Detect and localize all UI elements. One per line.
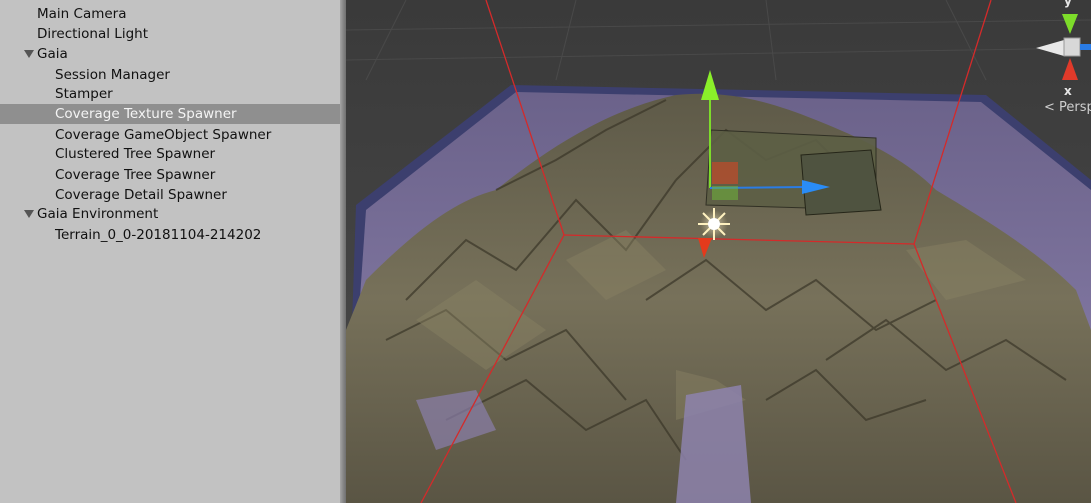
expand-arrow-icon[interactable] (24, 50, 34, 58)
hierarchy-item-terrain[interactable]: Terrain_0_0-20181104-214202 (0, 225, 340, 245)
gizmo-y-label: y (1064, 0, 1072, 8)
hierarchy-item-label: Gaia Environment (37, 206, 159, 222)
hierarchy-item-coverage-texture-spawner[interactable]: Coverage Texture Spawner (0, 104, 340, 124)
hierarchy-item-label: Coverage Texture Spawner (55, 106, 237, 122)
sun-core (708, 218, 720, 230)
gizmo-center-cube[interactable] (1063, 37, 1081, 57)
gizmo-x-label: x (1064, 84, 1072, 98)
hierarchy-item-gaia-environment[interactable]: Gaia Environment (0, 204, 340, 224)
gizmo-cone-z-icon[interactable] (1080, 44, 1091, 50)
hierarchy-item-coverage-gameobject-spawner[interactable]: Coverage GameObject Spawner (0, 125, 340, 145)
hierarchy-item-stamper[interactable]: Stamper (0, 84, 340, 104)
hierarchy-item-main-camera[interactable]: Main Camera (0, 4, 340, 24)
hierarchy-item-label: Gaia (37, 46, 68, 62)
gizmo-plane-yz[interactable] (712, 186, 738, 200)
hierarchy-item-coverage-tree-spawner[interactable]: Coverage Tree Spawner (0, 165, 340, 185)
hierarchy-item-label: Coverage Tree Spawner (55, 167, 216, 183)
river-water (676, 385, 751, 503)
hierarchy-item-label: Coverage Detail Spawner (55, 187, 227, 203)
hierarchy-item-label: Coverage GameObject Spawner (55, 127, 272, 143)
hierarchy-item-label: Main Camera (37, 6, 127, 22)
hierarchy-item-gaia[interactable]: Gaia (0, 44, 340, 64)
projection-label[interactable]: < Persp (1044, 100, 1091, 115)
hierarchy-item-label: Clustered Tree Spawner (55, 146, 216, 162)
gizmo-plane-xy[interactable] (712, 162, 738, 184)
hierarchy-item-clustered-tree-spawner[interactable]: Clustered Tree Spawner (0, 144, 340, 164)
scene-view[interactable]: y x < Persp (346, 0, 1091, 503)
scene-viewport[interactable] (346, 0, 1091, 503)
hierarchy-item-label: Session Manager (55, 67, 170, 83)
hierarchy-item-label: Stamper (55, 86, 113, 102)
expand-arrow-icon[interactable] (24, 210, 34, 218)
hierarchy-item-directional-light[interactable]: Directional Light (0, 24, 340, 44)
stamper-box (800, 149, 882, 216)
hierarchy-item-label: Directional Light (37, 26, 148, 42)
hierarchy-panel: Main Camera Directional Light Gaia Sessi… (0, 0, 340, 503)
hierarchy-item-session-manager[interactable]: Session Manager (0, 65, 340, 85)
hierarchy-item-coverage-detail-spawner[interactable]: Coverage Detail Spawner (0, 185, 340, 205)
hierarchy-item-label: Terrain_0_0-20181104-214202 (55, 227, 262, 243)
